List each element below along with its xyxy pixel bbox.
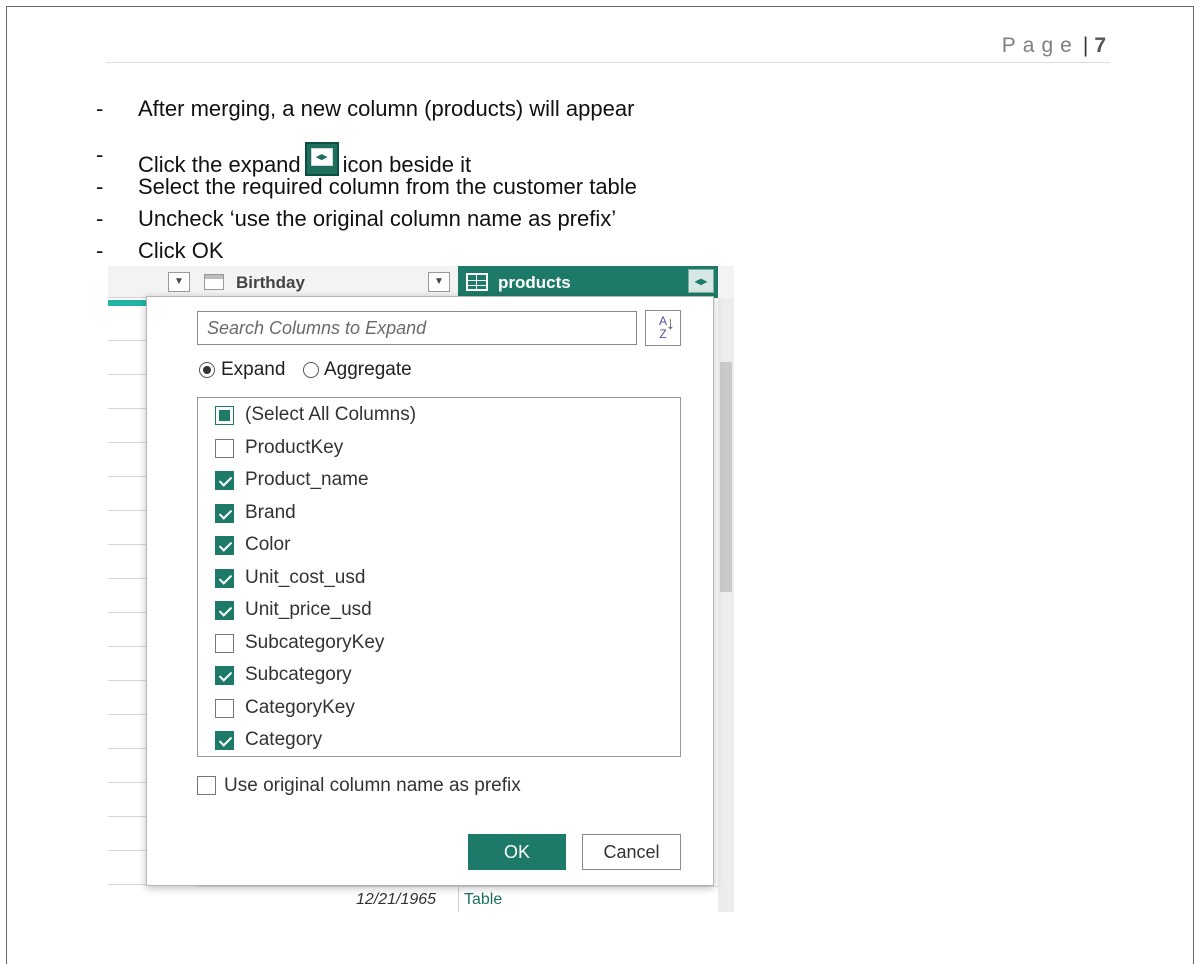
instruction-text: After merging, a new column (products) w… — [138, 96, 635, 121]
grid-line — [108, 612, 148, 613]
column-option[interactable]: (Select All Columns) — [198, 400, 680, 432]
column-option[interactable]: Product_name — [198, 465, 680, 497]
page-number: Page | 7 — [1002, 34, 1106, 58]
grid-line — [108, 408, 148, 409]
column-option[interactable]: Brand — [198, 498, 680, 530]
bullet-dash: - — [96, 142, 104, 167]
grid-line — [108, 340, 148, 341]
prefix-checkbox[interactable] — [197, 776, 216, 795]
instruction-text: Click the expand ◂▸ icon beside it — [138, 142, 471, 178]
column-checkbox[interactable] — [215, 698, 234, 718]
column-option[interactable]: Category — [198, 725, 680, 756]
grid-line — [108, 544, 148, 545]
page-number-value: 7 — [1094, 34, 1106, 57]
prefix-label[interactable]: Use original column name as prefix — [224, 775, 521, 797]
column-option[interactable]: Unit_cost_usd — [198, 563, 680, 595]
page-separator: | — [1082, 34, 1089, 57]
page-word: Page — [1001, 34, 1079, 57]
column-checkbox[interactable] — [215, 731, 234, 750]
grid-line — [108, 374, 148, 375]
column-option[interactable]: Unit_price_usd — [198, 595, 680, 627]
grid-line — [108, 748, 148, 749]
aggregate-radio[interactable] — [303, 362, 319, 378]
birthday-filter-button[interactable]: ▼ — [428, 272, 450, 292]
expand-column-dialog: AZ↓ Expand Aggregate (Select All Columns… — [146, 296, 714, 886]
column-checklist: (Select All Columns) ProductKey Product_na… — [197, 397, 681, 757]
aggregate-radio-label[interactable]: Aggregate — [324, 359, 412, 381]
grid-line — [108, 578, 148, 579]
table-type-icon — [466, 273, 488, 291]
column-option[interactable]: Color — [198, 530, 680, 562]
birthday-column-label: Birthday — [236, 273, 305, 292]
bullet-dash: - — [96, 174, 104, 199]
birthday-cell: 12/21/1965 — [356, 891, 437, 908]
table-row: 12/21/1965 Table — [196, 886, 718, 912]
ok-button[interactable]: OK — [468, 834, 566, 870]
power-query-screenshot: ▼ Birthday ▼ products ◂▸ 12/21/1965 Tabl… — [108, 266, 734, 912]
expand-column-button[interactable]: ◂▸ — [688, 269, 714, 293]
instruction-text: Click OK — [138, 238, 224, 263]
column-option-label[interactable]: SubcategoryKey — [245, 632, 384, 654]
column-checkbox[interactable] — [215, 666, 234, 685]
expand-radio-label[interactable]: Expand — [221, 359, 285, 381]
column-checkbox[interactable] — [215, 633, 234, 653]
column-option-label[interactable]: Color — [245, 534, 290, 556]
products-column-label: products — [498, 273, 571, 292]
search-columns-field[interactable] — [197, 311, 637, 345]
column-checkbox[interactable] — [215, 536, 234, 555]
column-filter-button[interactable]: ▼ — [168, 272, 190, 292]
grid-line — [108, 510, 148, 511]
grid-line — [108, 884, 148, 885]
column-option-label[interactable]: Unit_price_usd — [245, 599, 372, 621]
column-option-label[interactable]: Subcategory — [245, 664, 352, 686]
grid-line — [108, 646, 148, 647]
column-option[interactable]: SubcategoryKey — [198, 628, 680, 660]
column-checkbox[interactable] — [215, 471, 234, 490]
products-column-header[interactable]: products ◂▸ — [458, 266, 718, 298]
column-option-label[interactable]: CategoryKey — [245, 697, 355, 719]
expand-radio[interactable] — [199, 362, 215, 378]
grid-line — [108, 680, 148, 681]
column-option-label[interactable]: Unit_cost_usd — [245, 567, 365, 589]
instruction-text: Select the required column from the cust… — [138, 174, 637, 199]
column-checkbox[interactable] — [215, 568, 234, 588]
column-option-label[interactable]: Brand — [245, 502, 296, 524]
column-checkbox[interactable] — [215, 601, 234, 620]
cell-divider — [458, 887, 459, 912]
column-option[interactable]: CategoryKey — [198, 693, 680, 725]
birthday-column-header[interactable]: ▼ Birthday ▼ — [108, 266, 458, 298]
grid-line — [108, 476, 148, 477]
column-checkbox[interactable] — [215, 503, 234, 523]
grid-line — [108, 782, 148, 783]
column-quality-bar — [108, 300, 148, 306]
column-option-label[interactable]: Category — [245, 729, 322, 751]
grid-line — [108, 850, 148, 851]
date-type-icon[interactable] — [204, 274, 224, 290]
bullet-dash: - — [96, 238, 104, 263]
column-checkbox[interactable] — [215, 406, 234, 425]
grid-line — [108, 816, 148, 817]
search-columns-input[interactable] — [198, 312, 636, 344]
sort-az-button[interactable]: A Z ↓ — [645, 310, 681, 346]
products-table-link[interactable]: Table — [464, 891, 502, 909]
grid-line — [108, 714, 148, 715]
column-option-label[interactable]: (Select All Columns) — [245, 404, 416, 426]
expand-icon: ◂▸ — [304, 142, 339, 176]
column-option[interactable]: ProductKey — [198, 433, 680, 465]
bullet-dash: - — [96, 96, 104, 121]
cancel-button[interactable]: Cancel — [582, 834, 681, 870]
column-checkbox[interactable] — [215, 438, 234, 458]
header-rule — [106, 62, 1110, 63]
grid-line — [108, 442, 148, 443]
scrollbar-thumb[interactable] — [720, 362, 732, 592]
column-option-label[interactable]: Product_name — [245, 469, 369, 491]
instruction-text: Uncheck ‘use the original column name as… — [138, 206, 617, 231]
column-option-label[interactable]: ProductKey — [245, 437, 343, 459]
bullet-dash: - — [96, 206, 104, 231]
column-option[interactable]: Subcategory — [198, 660, 680, 692]
